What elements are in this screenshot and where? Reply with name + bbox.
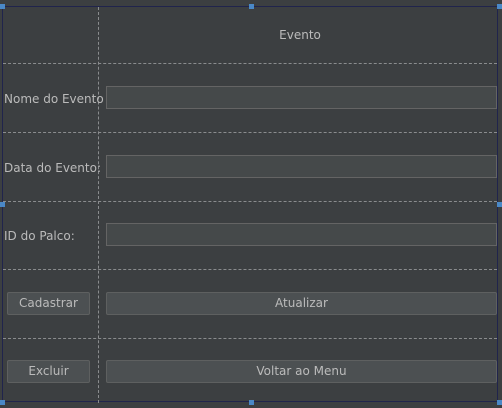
event-date-label: Data do Evento: (4, 161, 102, 175)
event-name-label: Nome do Evento (4, 92, 104, 106)
grid-row-divider (3, 201, 497, 202)
grid-column-divider (98, 7, 99, 403)
update-button[interactable]: Atualizar (106, 292, 497, 315)
form-panel (2, 6, 498, 402)
selection-handle[interactable] (0, 400, 5, 405)
stage-id-input[interactable] (106, 223, 497, 246)
selection-handle[interactable] (497, 202, 502, 207)
grid-row-divider (3, 132, 497, 133)
stage-id-label: ID do Palco: (4, 229, 75, 243)
event-date-input[interactable] (106, 155, 497, 178)
form-title: Evento (279, 28, 321, 42)
event-name-input[interactable] (106, 86, 497, 109)
grid-row-divider (3, 269, 497, 270)
selection-handle[interactable] (249, 4, 254, 9)
selection-handle[interactable] (497, 400, 502, 405)
register-button[interactable]: Cadastrar (7, 292, 90, 315)
back-to-menu-button[interactable]: Voltar ao Menu (106, 360, 497, 383)
selection-handle[interactable] (0, 202, 5, 207)
selection-handle[interactable] (0, 4, 5, 9)
grid-row-divider (3, 63, 497, 64)
grid-row-divider (3, 338, 497, 339)
delete-button[interactable]: Excluir (7, 360, 90, 383)
selection-handle[interactable] (497, 4, 502, 9)
selection-handle[interactable] (249, 400, 254, 405)
